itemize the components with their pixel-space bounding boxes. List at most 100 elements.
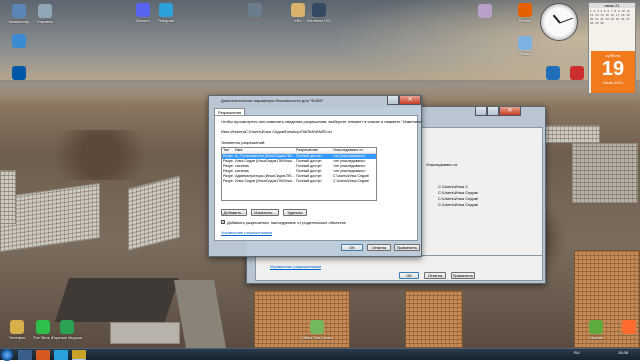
desktop-icon-firefox[interactable]: Firefox bbox=[510, 3, 540, 23]
inherit-checkbox[interactable]: ✓ bbox=[221, 220, 225, 224]
add-button[interactable]: Добавить... bbox=[221, 209, 247, 216]
taskbar: RU 15:38 bbox=[0, 348, 640, 361]
sims-icon bbox=[36, 320, 50, 334]
info-text: Чтобы просмотреть или изменить сведения … bbox=[221, 119, 424, 124]
clock-minute-hand bbox=[559, 17, 573, 24]
calendar-day: 19 bbox=[601, 58, 625, 80]
desktop-icon-app4[interactable] bbox=[4, 34, 34, 49]
building-roof bbox=[54, 278, 180, 322]
maximize-button[interactable] bbox=[387, 96, 399, 105]
trees bbox=[40, 130, 160, 180]
folder-taskbar-icon[interactable] bbox=[72, 350, 86, 360]
desktop-icon-office[interactable]: Office Tab Center bbox=[302, 320, 332, 340]
col-name[interactable]: Имя bbox=[234, 148, 295, 153]
apply-button[interactable]: Применить bbox=[394, 244, 420, 251]
telegram-taskbar-icon[interactable] bbox=[54, 350, 68, 360]
desktop-icon-app2[interactable]: Windows ISO bbox=[304, 3, 334, 23]
minimize-button[interactable] bbox=[475, 107, 487, 116]
delete-button[interactable]: Удалить bbox=[283, 209, 307, 216]
utorrent-icon bbox=[589, 320, 603, 334]
maximize-button[interactable] bbox=[487, 107, 499, 116]
inherited-item: C:\Users\Илья Седов\ bbox=[438, 190, 479, 195]
inherited-item: C:\Users\Илья Седов\ bbox=[438, 202, 479, 207]
desktop-icon-app5[interactable] bbox=[4, 66, 34, 81]
close-button[interactable]: ✕ bbox=[499, 107, 521, 116]
language-indicator[interactable]: RU bbox=[574, 350, 580, 355]
apply-button[interactable]: Применить bbox=[451, 272, 475, 279]
desktop-icon-label: Windows ISO bbox=[306, 18, 332, 23]
cancel-button[interactable]: Отмена bbox=[367, 244, 391, 251]
road bbox=[174, 280, 226, 348]
col-type[interactable]: Тип bbox=[222, 148, 234, 153]
object-name-label: Имя объекта: bbox=[221, 129, 246, 134]
list-label: Элементы разрешений: bbox=[221, 140, 266, 145]
inherited-from-header: Унаследовано от bbox=[426, 162, 458, 167]
inherited-item: C:\Users\Илья С bbox=[438, 184, 469, 189]
app4-icon bbox=[12, 34, 26, 48]
desktop-icon-app9[interactable] bbox=[614, 320, 640, 335]
table-row[interactable]: Разре...Илья Седов (ИльяСедов-ПК\Илья...… bbox=[222, 179, 376, 184]
properties-footer: Управление разрешениями ОК Отмена Примен… bbox=[255, 255, 543, 281]
building bbox=[0, 170, 16, 224]
search-icon bbox=[518, 36, 532, 50]
clock-gadget[interactable] bbox=[540, 3, 578, 41]
building bbox=[110, 322, 180, 344]
desktop-icon-recycle[interactable]: Корзина bbox=[30, 4, 60, 24]
table-cell: Полный доступ bbox=[296, 179, 322, 183]
object-name-value: C:\Users\Илья Седов\Desktop\ПАПКА\ФАЙЛ.t… bbox=[245, 129, 332, 134]
app9-icon bbox=[622, 320, 636, 334]
building bbox=[405, 290, 463, 348]
building bbox=[128, 175, 180, 251]
app6-icon bbox=[546, 66, 560, 80]
table-cell: Илья Седов (ИльяСедов-ПК\Илья... bbox=[235, 179, 295, 183]
taskbar-clock[interactable]: 15:38 bbox=[618, 350, 628, 355]
desktop-icon-app1[interactable] bbox=[240, 3, 270, 18]
dialog-title: Дополнительные параметры безопасности дл… bbox=[221, 98, 324, 103]
close-button[interactable]: ✕ bbox=[399, 96, 421, 105]
telegram-icon bbox=[159, 3, 173, 17]
office-icon bbox=[310, 320, 324, 334]
desktop-icon-label: Office Tab Center bbox=[302, 335, 332, 340]
desktop-icon-label: Поиск bbox=[519, 51, 531, 56]
building bbox=[572, 143, 638, 203]
evb-icon bbox=[291, 3, 305, 17]
desktop-icon-telegram[interactable]: Telegram bbox=[151, 3, 181, 23]
advanced-security-dialog[interactable]: Дополнительные параметры безопасности дл… bbox=[208, 95, 424, 257]
inherit-checkbox-label: Добавить разрешения, наследуемые от роди… bbox=[227, 220, 346, 225]
calendar-gadget[interactable]: июнь 21 1 2 3 4 5 6 7 8 9 10 11 12 13 14… bbox=[588, 2, 636, 94]
desktop-icon-label: uTorrent bbox=[588, 335, 604, 340]
building bbox=[540, 125, 600, 143]
desktop-icon-label: Горячие Игрушки bbox=[52, 335, 82, 340]
ok-button[interactable]: ОК bbox=[399, 272, 419, 279]
explorer-taskbar-icon[interactable] bbox=[18, 350, 32, 360]
table-cell: Разре... bbox=[223, 179, 234, 183]
recycle-icon bbox=[38, 4, 52, 18]
app7-icon bbox=[570, 66, 584, 80]
tomb-icon bbox=[60, 320, 74, 334]
firefox-icon bbox=[518, 3, 532, 17]
manage-permissions-link[interactable]: Управление разрешениями bbox=[270, 264, 321, 269]
computer-icon bbox=[12, 4, 26, 18]
app8-icon bbox=[10, 320, 24, 334]
ok-button[interactable]: ОК bbox=[341, 244, 363, 251]
edit-button[interactable]: Изменить... bbox=[251, 209, 279, 216]
app5-icon bbox=[12, 66, 26, 80]
col-permission[interactable]: Разрешение bbox=[295, 148, 332, 153]
desktop-icon-search[interactable]: Поиск bbox=[510, 36, 540, 56]
calendar-today: суббота 19 Июнь 2021 bbox=[591, 51, 635, 93]
app1-icon bbox=[248, 3, 262, 17]
discord-icon bbox=[136, 3, 150, 17]
desktop-icon-utorrent[interactable]: uTorrent bbox=[581, 320, 611, 340]
firefox-taskbar-icon[interactable] bbox=[36, 350, 50, 360]
manage-permissions-link[interactable]: Управление разрешениями bbox=[221, 230, 272, 235]
start-button[interactable] bbox=[1, 349, 13, 361]
permissions-list[interactable]: Тип Имя Разрешение Унаследовано от Разре… bbox=[221, 147, 377, 201]
desktop-icon-tomb[interactable]: Горячие Игрушки bbox=[52, 320, 82, 340]
calendar-month-year: Июнь 2021 bbox=[602, 80, 624, 85]
app3-icon bbox=[478, 4, 492, 18]
col-inherited[interactable]: Унаследовано от bbox=[332, 148, 376, 153]
desktop: Компьютер Корзина Discord Telegram eBe Window… bbox=[0, 0, 640, 348]
cancel-button[interactable]: Отмена bbox=[424, 272, 446, 279]
permissions-panel: Чтобы просмотреть или изменить сведения … bbox=[214, 115, 424, 241]
desktop-icon-app3[interactable] bbox=[470, 4, 500, 19]
